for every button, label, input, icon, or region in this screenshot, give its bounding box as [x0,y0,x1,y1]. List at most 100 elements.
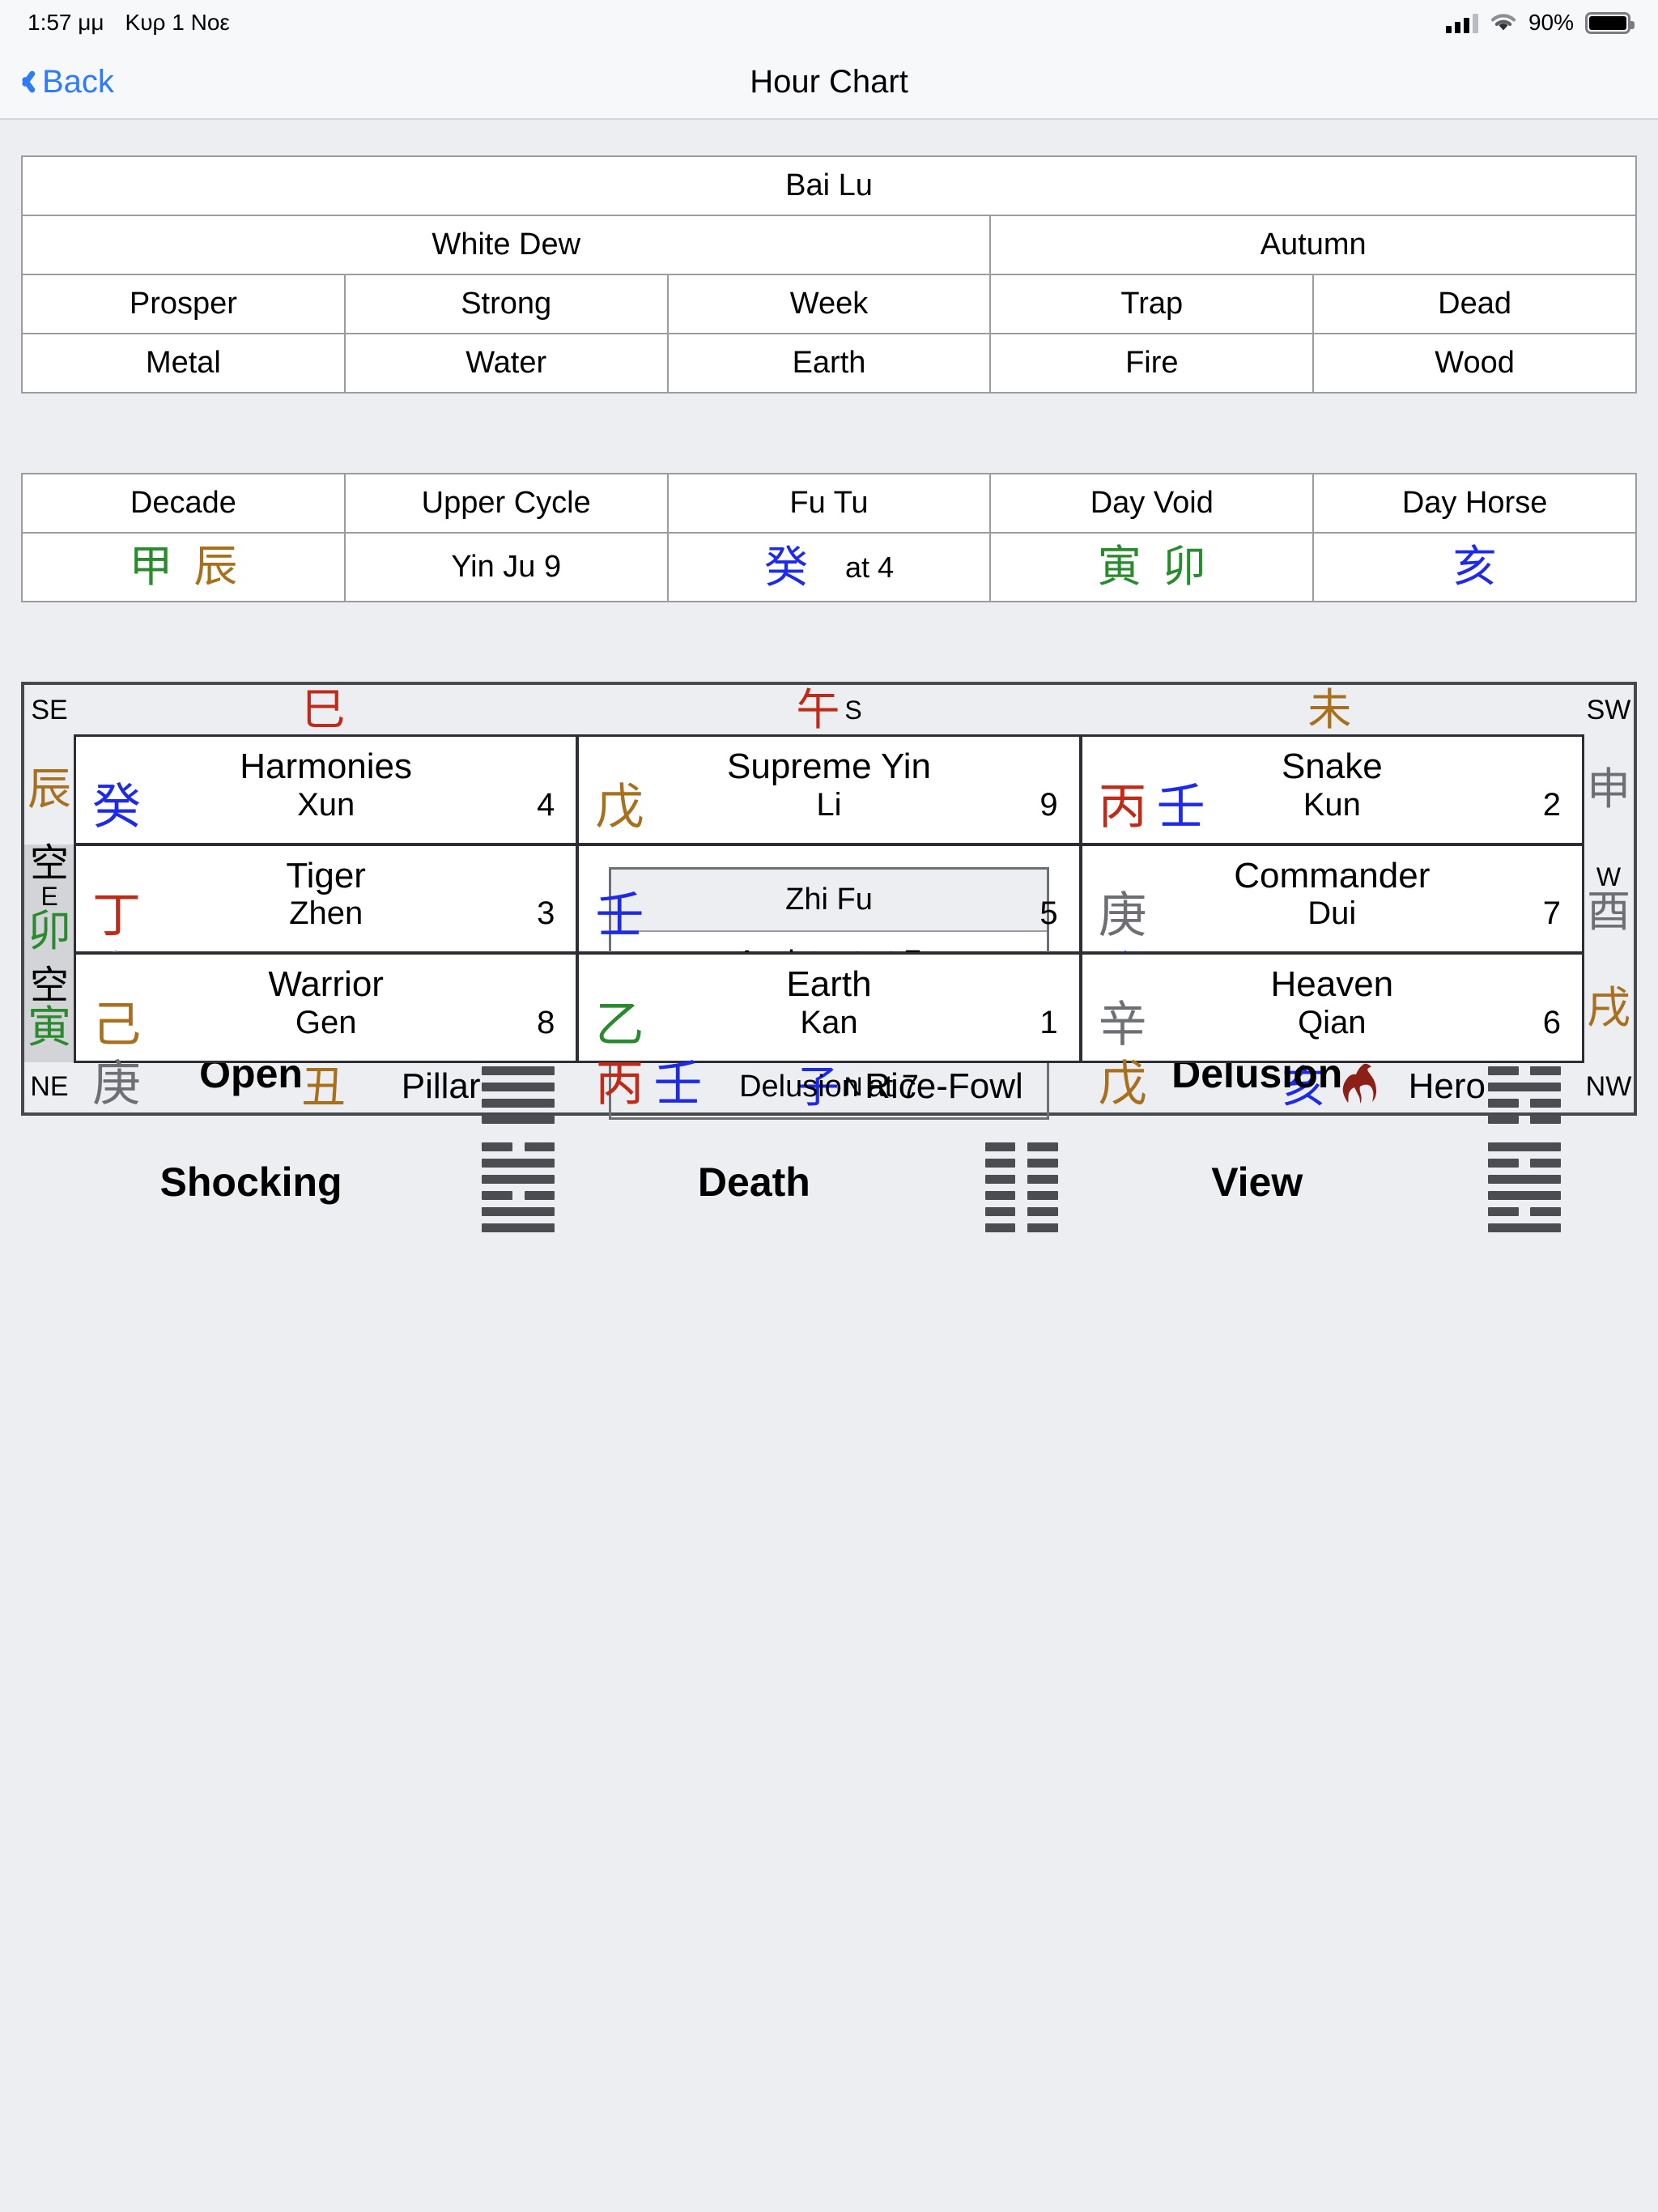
phase-value-strong: Water [343,333,669,393]
direction-label: S [844,695,862,725]
branch-char: 酉 [1586,887,1630,937]
direction-label: W [1596,861,1622,891]
phase-value-prosper: Metal [21,333,346,393]
branch-right-2[interactable]: W 酉 [1583,844,1634,954]
palace-door: Death [697,1159,810,1206]
palace-number: 4 [537,786,555,823]
palace-cell-6[interactable]: Heaven Hero View 戊 辛 Qian 6 [1079,952,1584,1233]
direction-label: E [40,881,58,911]
heaven-stem: 戊 [1098,1057,1147,1112]
branch-char: 戌 [1586,983,1630,1032]
palace-god: Heaven [1270,964,1394,1005]
palace-cell-9[interactable]: Supreme Yin Official Birth 己 戊 Li 9 [576,734,1082,1015]
season-name: Autumn [989,215,1637,275]
hexagram-icon [984,1142,1058,1233]
palace-cell-2[interactable]: Snake Aggressor Injury 丁 丙 壬 Kun 2 [1079,734,1584,1015]
palace-god: Harmonies [240,747,413,786]
cellular-signal-icon [1445,12,1478,33]
battery-percent-label: 90% [1528,10,1574,35]
cycle-value-decade: 甲 辰 [21,532,346,602]
palace-god: Earth [786,964,872,1005]
cycle-value-upper-cycle: Yin Ju 9 [343,532,669,602]
table-row: Metal Water Earth Fire Wood [21,333,1637,393]
cycle-header-fu-tu: Fu Tu [666,473,992,534]
branch-right-3[interactable]: 戌 [1583,953,1634,1062]
branch-char: 卯 [28,907,71,956]
cycle-header-day-void: Day Void [989,473,1315,534]
palace-trigram: Dui [1307,895,1357,932]
status-bar-right: 90% [1445,10,1635,36]
branch-left-1[interactable]: 辰 [24,735,74,844]
phase-header-dead: Dead [1312,274,1637,334]
palace-trigram: Xun [297,786,355,823]
branch-char: 午 [796,686,840,734]
palace-heaven-stems: 庚 [92,1060,141,1108]
palace-god: Tiger [286,855,366,895]
branch-left-2[interactable]: 空 E 卯 [24,844,74,954]
palace-cell-4[interactable]: Harmonies Grass Rest 乙 癸 Xun 4 [74,734,579,1015]
palace-number: 6 [1542,1004,1561,1040]
hexagram-icon [482,1142,555,1233]
center-number: 5 [1039,895,1058,932]
table-row: Decade Upper Cycle Fu Tu Day Void Day Ho… [21,473,1637,534]
palace-cell-5-center[interactable]: Zhi Fu Assistant at 7 Zhi Shi Delusion a… [576,843,1082,1120]
branch-char: 未 [1307,686,1352,734]
status-bar: 1:57 μμ Κυρ 1 Νοε 90% [0,0,1658,45]
corner-sw-label: SW [1586,694,1631,725]
branch-top-2[interactable]: 午 S [577,685,1081,735]
branch-top-3[interactable]: 未 [1080,685,1584,735]
status-date: Κυρ 1 Νοε [125,10,230,35]
zhi-fu-label: Zhi Fu [611,869,1047,932]
palace-trigram: Kan [800,1004,858,1040]
palace-number: 9 [1039,786,1058,823]
wifi-icon [1490,12,1517,33]
palace-door: Shocking [159,1159,342,1206]
branch-char: 辰 [28,765,71,815]
battery-icon [1585,11,1635,34]
solar-term-name: White Dew [20,215,992,275]
palace-door: View [1211,1159,1303,1206]
branch-top-1[interactable]: 巳 [74,685,578,735]
fu-tu-stem: 癸 [763,542,808,592]
phase-header-week: Week [666,274,992,334]
branch-left-3[interactable]: 空 寅 [24,953,74,1062]
day-horse-branch: 亥 [1452,542,1497,591]
cycle-header-decade: Decade [21,473,346,534]
palace-star: Hero [1408,1066,1486,1107]
qi-men-chart-grid: S E 巳 午 S 未 SW 辰 Harmonies 癸 Xun 4 Suprem… [21,682,1637,1233]
palace-cell-7[interactable]: Commander Assistant Delusion 癸 庚 Dui 7 [1079,843,1584,1124]
palace-trigram: Kun [1303,786,1361,823]
phase-header-trap: Trap [989,274,1315,334]
fu-tu-position: at 4 [844,550,895,584]
palace-cell-1[interactable]: Earth Rice-Fowl Death 丙 壬 乙 Kan 1 [576,952,1082,1233]
palace-number: 3 [537,895,555,932]
palace-trigram: Qian [1298,1004,1367,1040]
palace-star: Rice-Fowl [865,1066,1023,1107]
solar-term-title: Bai Lu [21,155,1637,216]
phase-header-strong: Strong [343,274,669,334]
palace-cell-3[interactable]: Tiger Heart Open 辛 丁 Zhen 3 [74,843,579,1124]
void-marker: 空 [29,841,69,885]
branch-right-1[interactable]: 申 [1583,735,1634,844]
phase-header-prosper: Prosper [21,274,346,334]
branch-char: 巳 [301,686,346,734]
table-row: Bai Lu [21,155,1637,216]
heaven-stem-alt: 壬 [653,1057,703,1112]
branch-char: 申 [1586,765,1630,815]
phase-value-dead: Wood [1312,333,1637,393]
cycle-header-upper-cycle: Upper Cycle [343,473,669,534]
day-void-first: 寅 [1097,542,1141,591]
palace-trigram: Zhen [289,895,363,932]
palace-cell-8[interactable]: Warrior Pillar Shocking 庚 己 Gen 8 [74,952,579,1233]
heaven-stem: 丙 [595,1057,644,1112]
cycle-table: Decade Upper Cycle Fu Tu Day Void Day Ho… [21,473,1637,602]
center-earth-stem-wrap: 壬 [595,891,644,940]
corner-ne-label: NE [30,1071,69,1103]
palace-number: 1 [1039,1004,1058,1040]
palace-star: Pillar [401,1066,481,1107]
void-marker: 空 [29,963,69,1007]
day-void-second: 卯 [1162,542,1206,591]
branch-char: 寅 [28,1002,71,1052]
palace-heaven-stems: 戊 [1099,1060,1147,1108]
table-row: 甲 辰 Yin Ju 9 癸 at 4 寅 卯 亥 [21,532,1637,602]
